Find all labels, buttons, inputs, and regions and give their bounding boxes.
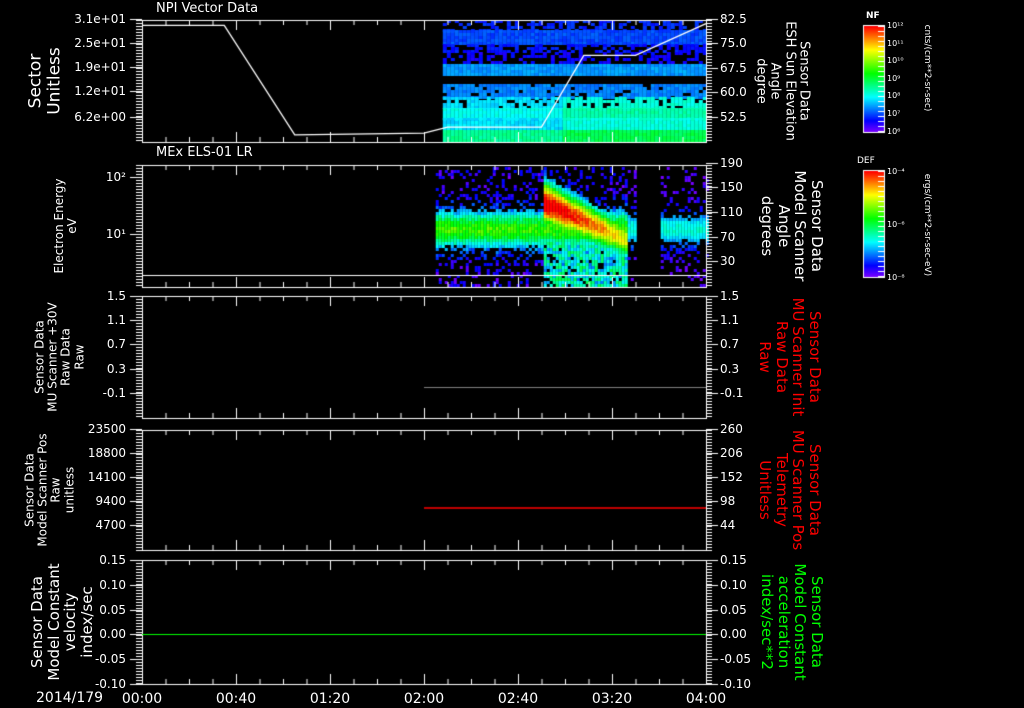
panel2-y2tick: 150 [720,180,743,194]
panel1-y2tick: 52.5 [720,110,747,124]
ylabel-line: Unitless [44,47,64,115]
panel1-ytick: 1.2e+01 [74,84,126,98]
nf-colorbar-tick: 10⁹ [887,73,901,83]
y2label-line: Model Constant [791,563,810,681]
y2label-line: MU Scanner Pos [789,429,808,551]
panel1-y2tick: 82.5 [720,12,747,26]
panel2-title: MEx ELS-01 LR [156,145,253,160]
panel3-y2label: Sensor Data MU Scanner Init Raw Data Raw [756,297,825,417]
y2label-line: degrees [758,195,777,257]
ylabel-line: Sector [25,53,46,109]
panel4-y2tick: 44 [720,518,736,532]
y2label-line: degree [753,58,769,104]
xtick: 00:40 [215,691,257,707]
xtick: 04:00 [685,691,727,707]
panel3-y2tick: 0.3 [720,362,740,376]
nf-colorbar-tick: 10¹¹ [887,38,904,48]
ylabel-line: velocity [61,592,79,652]
y2label-line: Sensor Data [806,311,824,403]
panel1-y2tick: 60.0 [720,85,747,99]
ylabel-line: Raw [49,477,63,503]
xtick: 02:00 [403,691,445,707]
y2label-line: ESH Sun Elevation [782,21,798,141]
panel2-y2tick: 110 [720,205,743,219]
def-colorbar-tick: 10⁻⁸ [887,273,905,282]
panel5-y2tick: -0.10 [720,677,752,691]
panel1-ytick: 6.2e+00 [74,110,126,124]
xtick: 02:40 [497,691,539,707]
panel1-ytick: 3.1e+01 [74,12,126,26]
panel2-y2tick: 190 [720,156,743,170]
nf-colorbar-tick: 10⁸ [887,91,901,101]
ylabel-line: Model Constant [44,563,63,681]
panel2-y2tick: 70 [720,230,736,244]
panel3-y2tick: -0.1 [720,386,744,400]
plot-figure: NPI Vector Data MEx ELS-01 LR 3.1e+01 2.5… [0,0,1024,708]
panel4-y2tick: 260 [720,422,743,436]
panel4-y2tick: 206 [720,446,743,460]
nf-colorbar-tick: 10¹⁰ [887,56,904,66]
panel3-y2tick: 1.5 [720,289,740,303]
panel3-y2tick: 1.1 [720,313,740,327]
nf-colorbar-tick: 10⁷ [887,109,901,118]
panel1-ytick: 1.9e+01 [74,60,126,74]
y2label-line: Unitless [756,460,775,520]
ylabel-line: Sensor Data [28,576,46,668]
y2label-line: Sensor Data [806,444,824,536]
panel5-y2tick: -0.05 [720,652,752,666]
xtick: 03:20 [591,691,633,707]
y2label-line: index/sec**2 [758,574,777,670]
xtick: 00:00 [121,691,163,707]
y2label-line: Angle [768,62,783,100]
panel1-y2tick: 67.5 [720,61,747,75]
plot-canvas [0,0,1024,708]
nf-colorbar-title: NF [866,11,880,21]
ylabel-line: Raw [72,344,87,370]
panel5-y2tick: 0.05 [720,603,747,617]
def-colorbar-tick: 10⁻⁶ [887,220,905,229]
panel5-ylabel: Sensor Data Model Constant velocity index/s… [28,563,96,681]
panel5-y2tick: 0.15 [720,553,747,567]
panel1-y2label: Sensor Data ESH Sun Elevation Angle degree [753,21,812,141]
panel2-y2label: Sensor Data Model Scanner Angle degrees [758,170,827,282]
ylabel-line: unitless [62,466,77,514]
panel1-title: NPI Vector Data [156,1,259,16]
ylabel-line: eV [65,218,79,234]
ylabel-line: index/sec [77,586,96,658]
ylabel-line: Raw Data [59,328,73,386]
y2label-line: Angle [775,204,793,248]
y2label-line: MU Scanner Init [789,297,808,417]
y2label-line: acceleration [775,575,793,669]
y2label-line: Raw Data [773,320,791,394]
y2label-line: Telemetry [773,452,791,527]
panel1-y2tick: 75.0 [720,36,747,50]
y2label-line: Raw [756,341,775,373]
panel2-ylabel: Electron Energy eV [52,178,79,273]
xtick: 01:20 [309,691,351,707]
panel5-y2tick: 0.00 [720,627,747,641]
panel1-ylabel: Sector Unitless [25,47,64,115]
y2label-line: Sensor Data [808,180,826,272]
nf-colorbar-tick: 10⁶ [887,126,901,136]
panel5-y2label: Sensor Data Model Constant acceleration ind… [758,563,827,681]
nf-colorbar-units: cnts/(cm**2-sr-sec) [921,24,932,112]
panel4-y2tick: 152 [720,470,743,484]
y2label-line: Sensor Data [808,576,826,668]
panel5-y2tick: 0.10 [720,578,747,592]
panel4-y2label: Sensor Data MU Scanner Pos Telemetry Unitle… [756,429,825,551]
def-colorbar-tick: 10⁻⁴ [887,167,905,176]
panel4-y2tick: 98 [720,494,736,508]
y2label-line: Sensor Data [796,41,812,121]
panel3-ytick: 1.5 [106,289,126,303]
def-colorbar-title: DEF [857,156,875,166]
nf-colorbar-tick: 10¹² [887,21,904,30]
panel3-ylabel: Sensor Data MU Scanner +30V Raw Data Raw [33,302,87,411]
panel4-ylabel: Sensor Data Model Scanner Pos Raw unitless [23,433,77,546]
panel1-ytick: 2.5e+01 [74,36,126,50]
panel3-y2tick: 0.7 [720,337,740,351]
def-colorbar-units: ergs/(cm**2-sr-sec-eV) [921,173,932,277]
panel2-y2tick: 30 [720,254,736,268]
y2label-line: Model Scanner [791,170,810,282]
date-label: 2014/179 [36,690,104,706]
